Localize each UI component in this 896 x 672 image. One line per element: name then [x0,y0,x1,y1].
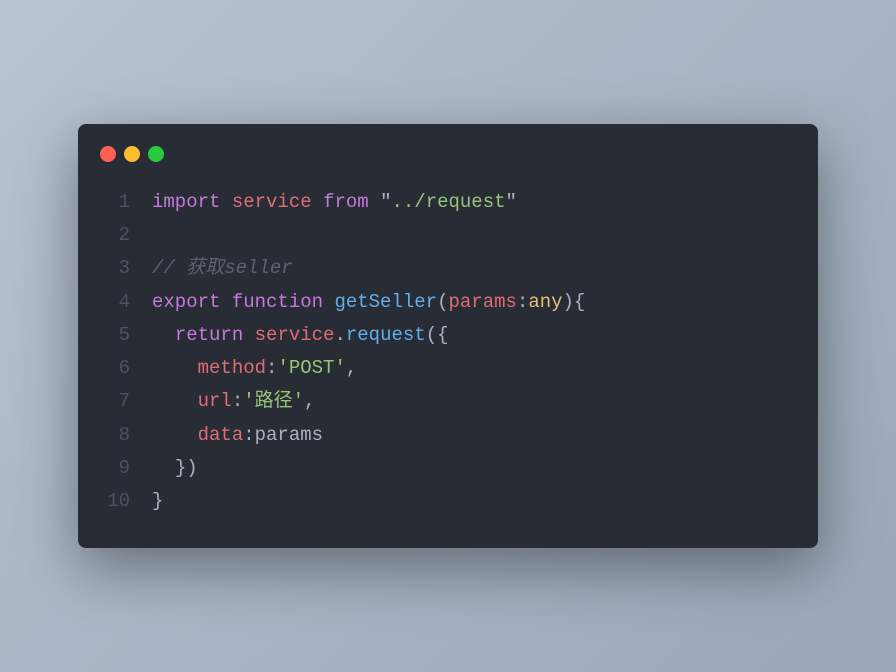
code-content: method:'POST', [152,352,794,385]
code-content: return service.request({ [152,319,794,352]
code-line: 4 export function getSeller(params:any){ [102,286,794,319]
line-number: 9 [102,452,152,485]
close-icon[interactable] [100,146,116,162]
code-content: import service from "../request" [152,186,794,219]
code-content: // 获取seller [152,252,794,285]
code-editor[interactable]: 1 import service from "../request" 2 3 /… [78,172,818,549]
code-content: export function getSeller(params:any){ [152,286,794,319]
line-number: 4 [102,286,152,319]
code-content: }) [152,452,794,485]
maximize-icon[interactable] [148,146,164,162]
code-content: data:params [152,419,794,452]
minimize-icon[interactable] [124,146,140,162]
window-titlebar [78,124,818,172]
code-line: 2 [102,219,794,252]
code-line: 9 }) [102,452,794,485]
code-line: 7 url:'路径', [102,385,794,418]
line-number: 3 [102,252,152,285]
code-line: 5 return service.request({ [102,319,794,352]
code-line: 6 method:'POST', [102,352,794,385]
line-number: 7 [102,385,152,418]
line-number: 8 [102,419,152,452]
code-content: url:'路径', [152,385,794,418]
code-line: 10 } [102,485,794,518]
line-number: 6 [102,352,152,385]
line-number: 10 [102,485,152,518]
code-line: 3 // 获取seller [102,252,794,285]
code-line: 1 import service from "../request" [102,186,794,219]
code-content: } [152,485,794,518]
line-number: 1 [102,186,152,219]
code-content [152,219,794,252]
line-number: 2 [102,219,152,252]
code-window: 1 import service from "../request" 2 3 /… [78,124,818,549]
code-line: 8 data:params [102,419,794,452]
line-number: 5 [102,319,152,352]
